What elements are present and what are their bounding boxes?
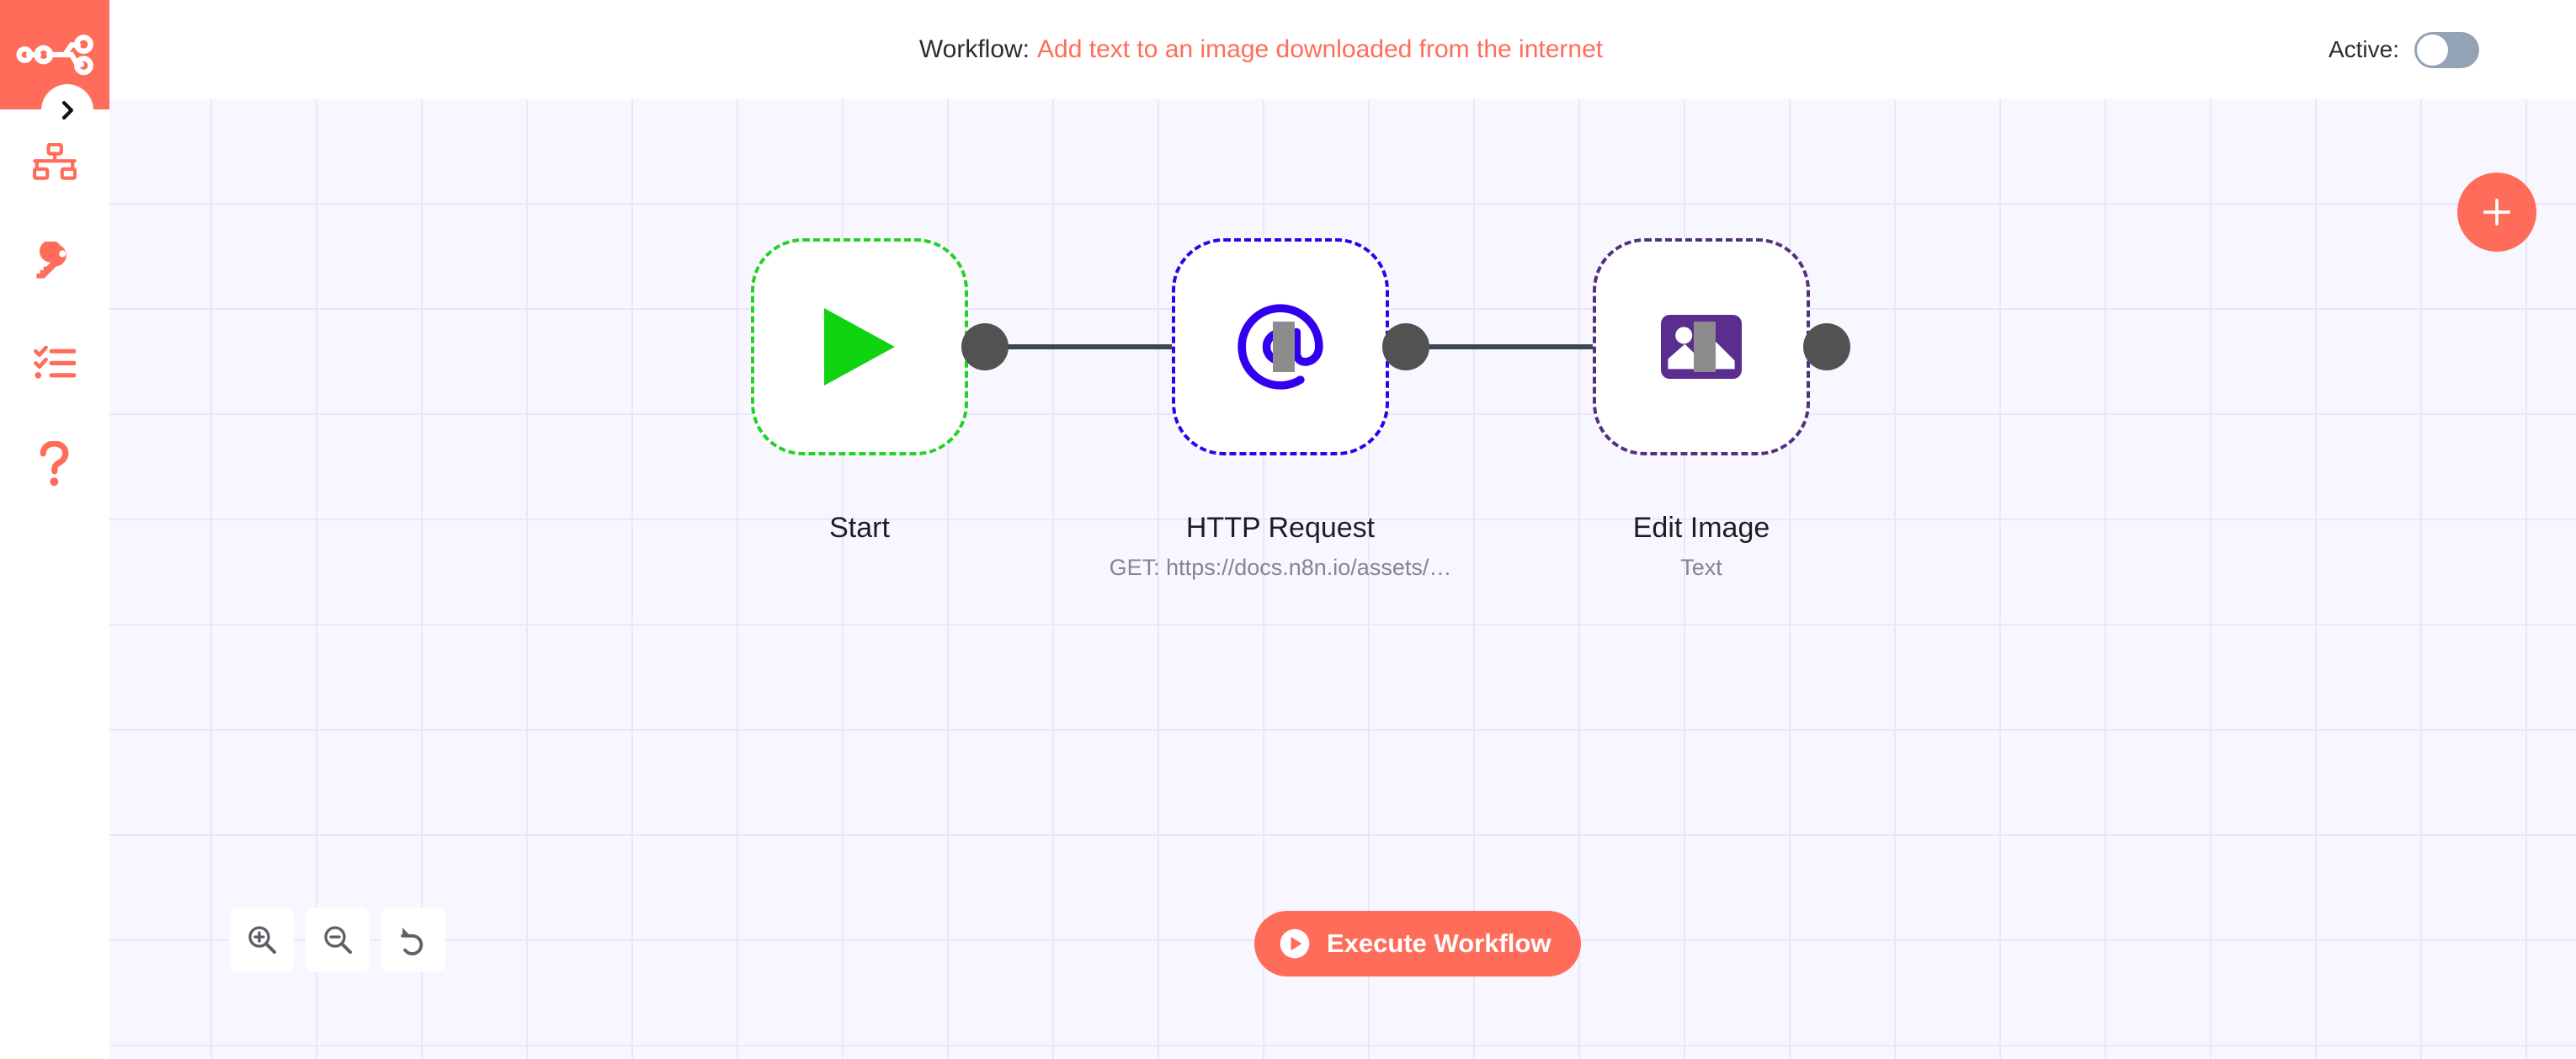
n8n-workflow-editor: Start HTTP Request GET: https://docs.n8n…	[0, 0, 2576, 1059]
node-edit-image-sublabel: Text	[1680, 555, 1722, 580]
workflows-sitemap-icon	[33, 143, 77, 182]
green-play-triangle-icon	[819, 303, 900, 391]
sidebar-item-credentials[interactable]	[0, 230, 109, 294]
zoom-out-button[interactable]	[306, 907, 370, 971]
zoom-controls	[230, 907, 445, 971]
execute-workflow-label: Execute Workflow	[1327, 929, 1551, 958]
chevron-right-icon	[56, 98, 79, 122]
node-edit-image-output-endpoint[interactable]	[1803, 323, 1850, 370]
add-node-button[interactable]	[2457, 173, 2536, 252]
active-toggle-group: Active:	[2329, 0, 2479, 99]
n8n-node-graph-logo-icon	[16, 31, 93, 78]
top-header-bar: Workflow: Add text to an image downloaded…	[109, 0, 2576, 99]
active-label: Active:	[2328, 36, 2399, 62]
node-http-request-input-endpoint[interactable]	[1273, 322, 1295, 372]
checklist-icon	[34, 346, 76, 381]
reset-zoom-button[interactable]	[381, 907, 445, 971]
node-edit-image-input-endpoint[interactable]	[1694, 322, 1716, 372]
sidebar-item-help[interactable]	[0, 432, 109, 496]
sidebar-item-workflows[interactable]	[0, 130, 109, 194]
magnifier-plus-icon	[245, 923, 279, 956]
magnifier-minus-icon	[321, 923, 354, 956]
sidebar-item-executions[interactable]	[0, 332, 109, 396]
workflow-title: Workflow: Add text to an image downloaded…	[109, 0, 2576, 99]
execute-workflow-button[interactable]: Execute Workflow	[1254, 911, 1582, 977]
workflow-canvas[interactable]: Start HTTP Request GET: https://docs.n8n…	[109, 99, 2576, 1059]
zoom-in-button[interactable]	[230, 907, 294, 971]
node-http-request-output-endpoint[interactable]	[1382, 323, 1429, 370]
node-start[interactable]	[751, 238, 968, 455]
active-toggle-knob	[2417, 34, 2448, 66]
sidebar-expand-button[interactable]	[41, 84, 93, 136]
play-circle-icon	[1278, 927, 1312, 961]
question-mark-icon	[38, 441, 72, 487]
node-edit-image-label: Edit Image	[1632, 512, 1770, 544]
undo-arrow-icon	[397, 923, 430, 956]
node-start-output-endpoint[interactable]	[961, 323, 1009, 370]
key-icon	[35, 242, 75, 282]
plus-icon	[2478, 193, 2516, 231]
workflow-label: Workflow:	[918, 35, 1030, 63]
left-sidebar	[0, 0, 109, 1059]
workflow-name[interactable]: Add text to an image downloaded from the…	[1037, 35, 1603, 63]
active-toggle[interactable]	[2414, 31, 2479, 68]
